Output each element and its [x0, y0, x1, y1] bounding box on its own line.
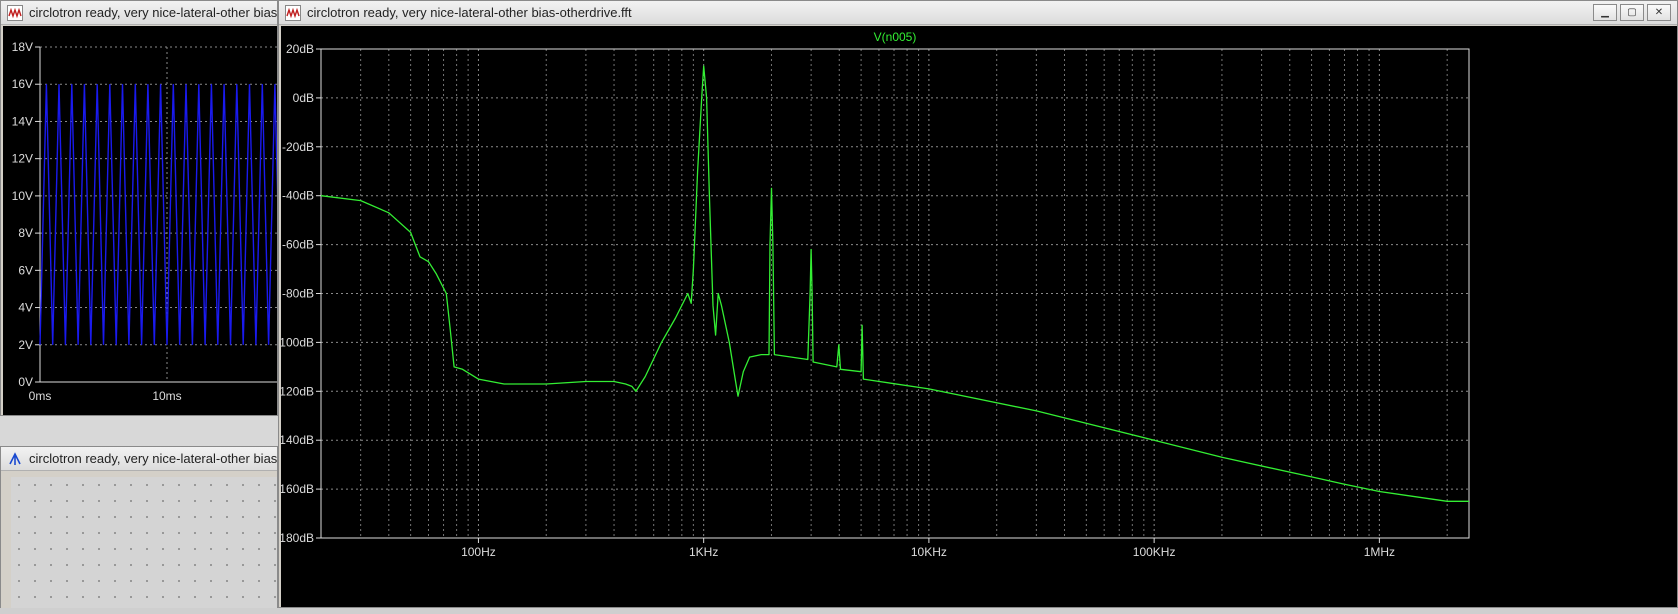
- y-tick-label: -180dB: [281, 531, 314, 545]
- transient-window[interactable]: circlotron ready, very nice-lateral-othe…: [0, 0, 278, 416]
- transient-series-line: [39, 84, 277, 345]
- y-tick-label: 18V: [12, 40, 33, 54]
- y-tick-label: 20dB: [286, 42, 314, 56]
- close-button[interactable]: ✕: [1647, 4, 1671, 21]
- x-tick-label: 100Hz: [461, 545, 496, 559]
- y-tick-label: -80dB: [282, 287, 314, 301]
- y-tick-label: 10V: [12, 189, 33, 203]
- y-tick-label: -60dB: [282, 238, 314, 252]
- schematic-canvas[interactable]: [11, 477, 277, 613]
- y-tick-label: -120dB: [281, 384, 314, 398]
- schematic-window[interactable]: circlotron ready, very nice-lateral-othe…: [0, 446, 278, 614]
- fft-window[interactable]: circlotron ready, very nice-lateral-othe…: [278, 0, 1678, 608]
- y-tick-label: 2V: [18, 338, 33, 352]
- y-tick-label: 8V: [18, 226, 33, 240]
- y-tick-label: 12V: [12, 152, 33, 166]
- x-tick-label: 0ms: [29, 389, 52, 403]
- y-tick-label: 16V: [12, 77, 33, 91]
- transient-window-title: circlotron ready, very nice-lateral-othe…: [29, 5, 277, 20]
- x-tick-label: 1KHz: [689, 545, 718, 559]
- minimize-button[interactable]: ▁: [1593, 4, 1617, 21]
- fft-plot-area[interactable]: 20dB 0dB -20dB -40dB -60dB -80dB -100dB -120dB -…: [281, 26, 1677, 607]
- transient-plot-area[interactable]: 0V 2V 4V 6V 8V 10V 12V 14V 16V 18V 0ms 10ms: [3, 26, 277, 415]
- transient-titlebar[interactable]: circlotron ready, very nice-lateral-othe…: [1, 1, 277, 25]
- y-tick-label: -20dB: [282, 140, 314, 154]
- transient-chart[interactable]: 0V 2V 4V 6V 8V 10V 12V 14V 16V 18V 0ms 10ms: [3, 26, 277, 415]
- y-tick-label: -100dB: [281, 335, 314, 349]
- y-tick-label: -160dB: [281, 482, 314, 496]
- x-tick-label: 10KHz: [911, 545, 947, 559]
- window-controls: ▁ ▢ ✕: [1593, 4, 1671, 21]
- y-tick-label: 14V: [12, 114, 33, 128]
- y-tick-label: 0V: [18, 375, 33, 389]
- waveform-app-icon: [7, 4, 23, 21]
- schematic-titlebar[interactable]: circlotron ready, very nice-lateral-othe…: [1, 447, 277, 471]
- trace-label: V(n005): [874, 30, 917, 44]
- fft-chart[interactable]: 20dB 0dB -20dB -40dB -60dB -80dB -100dB -120dB -…: [281, 26, 1677, 607]
- fft-titlebar[interactable]: circlotron ready, very nice-lateral-othe…: [279, 1, 1677, 25]
- fft-window-title: circlotron ready, very nice-lateral-othe…: [307, 5, 632, 20]
- taskbar-strip: [0, 608, 1678, 614]
- y-tick-label: -140dB: [281, 433, 314, 447]
- y-tick-label: -40dB: [282, 189, 314, 203]
- x-tick-label: 10ms: [152, 389, 181, 403]
- x-tick-label: 100KHz: [1133, 545, 1176, 559]
- waveform-app-icon: [285, 4, 301, 21]
- x-tick-label: 1MHz: [1364, 545, 1395, 559]
- series-line: [320, 65, 1469, 502]
- schematic-window-title: circlotron ready, very nice-lateral-othe…: [29, 451, 277, 466]
- y-tick-label: 6V: [18, 263, 33, 277]
- y-tick-label: 0dB: [293, 91, 314, 105]
- y-tick-label: 4V: [18, 301, 33, 315]
- maximize-button[interactable]: ▢: [1620, 4, 1644, 21]
- schematic-app-icon: [9, 451, 21, 465]
